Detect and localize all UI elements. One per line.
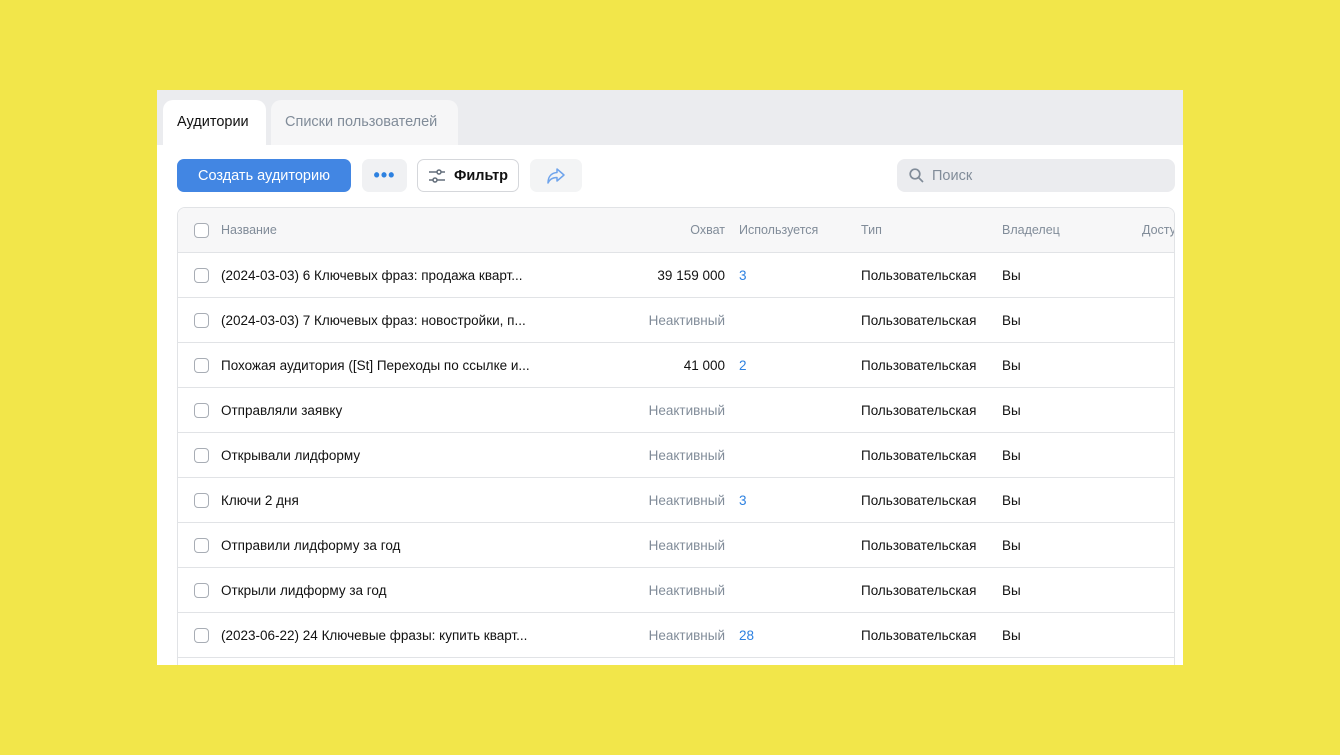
row-checkbox[interactable] bbox=[194, 583, 209, 598]
table-row[interactable]: (2023-06-22) 24 Ключевые фразы: купить к… bbox=[178, 613, 1174, 658]
create-audience-button[interactable]: Создать аудиторию bbox=[177, 159, 351, 192]
table-row[interactable]: Открывали лидформу Неактивный Пользовате… bbox=[178, 433, 1174, 478]
audience-name[interactable]: Похожая аудитория ([St] Переходы по ссыл… bbox=[221, 343, 530, 388]
row-checkbox[interactable] bbox=[194, 268, 209, 283]
audience-reach: Неактивный bbox=[648, 313, 725, 328]
tab-audiences[interactable]: Аудитории bbox=[163, 100, 266, 145]
audience-used-link[interactable]: 3 bbox=[739, 478, 747, 523]
search-icon bbox=[909, 168, 924, 183]
audience-used-link[interactable]: 2 bbox=[739, 343, 747, 388]
row-checkbox[interactable] bbox=[194, 313, 209, 328]
table-row[interactable]: (2024-03-03) 6 Ключевых фраз: продажа кв… bbox=[178, 253, 1174, 298]
audience-owner: Вы bbox=[1002, 583, 1021, 598]
share-button[interactable] bbox=[530, 159, 582, 192]
row-checkbox[interactable] bbox=[194, 448, 209, 463]
audience-type: Пользовательская bbox=[861, 313, 977, 328]
audience-name[interactable]: Отправили лидформу за год bbox=[221, 523, 400, 568]
table-row[interactable]: Отправили лидформу за год Неактивный Пол… bbox=[178, 523, 1174, 568]
audience-type: Пользовательская bbox=[861, 493, 977, 508]
header-access[interactable]: Досту bbox=[1142, 208, 1174, 253]
table-row[interactable]: Ключи 2 дня Неактивный 3 Пользовательска… bbox=[178, 478, 1174, 523]
audience-reach: Неактивный bbox=[648, 538, 725, 553]
audience-owner: Вы bbox=[1002, 313, 1021, 328]
search-input[interactable] bbox=[932, 167, 1162, 184]
audience-owner: Вы bbox=[1002, 358, 1021, 373]
header-used[interactable]: Используется bbox=[739, 208, 818, 253]
audience-name[interactable]: Отправляли заявку bbox=[221, 388, 342, 433]
audience-type: Пользовательская bbox=[861, 403, 977, 418]
row-checkbox[interactable] bbox=[194, 403, 209, 418]
audience-reach: Неактивный bbox=[648, 583, 725, 598]
audience-type: Пользовательская bbox=[861, 628, 977, 643]
audience-name[interactable]: (2023-06-22) 24 Ключевые фразы: купить к… bbox=[221, 613, 527, 658]
tab-user-lists[interactable]: Списки пользователей bbox=[271, 100, 458, 145]
audience-reach: Неактивный bbox=[648, 493, 725, 508]
audience-name[interactable]: Ключи 2 дня bbox=[221, 478, 299, 523]
audience-owner: Вы bbox=[1002, 448, 1021, 463]
audience-name[interactable]: (2024-03-03) 6 Ключевых фраз: продажа кв… bbox=[221, 253, 523, 298]
audience-name[interactable]: Открыли лидформу за год bbox=[221, 568, 387, 613]
table-row[interactable]: Отправляли заявку Неактивный Пользовател… bbox=[178, 388, 1174, 433]
audience-reach: Неактивный bbox=[648, 448, 725, 463]
audience-reach: Неактивный bbox=[648, 403, 725, 418]
select-all-checkbox[interactable] bbox=[194, 223, 209, 238]
audience-name[interactable]: (2024-03-03) 7 Ключевых фраз: новостройк… bbox=[221, 298, 526, 343]
audience-type: Пользовательская bbox=[861, 448, 977, 463]
audience-reach: 39 159 000 bbox=[657, 268, 725, 283]
row-checkbox[interactable] bbox=[194, 538, 209, 553]
audience-reach: 41 000 bbox=[683, 358, 725, 373]
more-button[interactable]: ••• bbox=[362, 159, 407, 192]
more-icon: ••• bbox=[373, 165, 396, 185]
audience-type: Пользовательская bbox=[861, 583, 977, 598]
row-checkbox[interactable] bbox=[194, 628, 209, 643]
header-reach[interactable]: Охват bbox=[690, 208, 725, 253]
audience-type: Пользовательская bbox=[861, 538, 977, 553]
audience-owner: Вы bbox=[1002, 493, 1021, 508]
table-row[interactable]: Открыли лидформу за год Неактивный Польз… bbox=[178, 568, 1174, 613]
header-owner[interactable]: Владелец bbox=[1002, 208, 1060, 253]
audiences-panel: Аудитории Списки пользователей Создать а… bbox=[157, 90, 1183, 665]
filter-label: Фильтр bbox=[453, 167, 509, 184]
audience-type: Пользовательская bbox=[861, 268, 977, 283]
header-name[interactable]: Название bbox=[221, 208, 277, 253]
audience-used-link[interactable]: 28 bbox=[739, 613, 754, 658]
table-row[interactable]: (2024-03-03) 7 Ключевых фраз: новостройк… bbox=[178, 298, 1174, 343]
audience-owner: Вы bbox=[1002, 403, 1021, 418]
tab-bar: Аудитории Списки пользователей bbox=[157, 90, 1183, 145]
audience-name[interactable]: Открывали лидформу bbox=[221, 433, 360, 478]
audiences-table: Название Охват Используется Тип Владелец… bbox=[177, 207, 1175, 665]
audience-owner: Вы bbox=[1002, 628, 1021, 643]
table-header: Название Охват Используется Тип Владелец… bbox=[178, 208, 1174, 253]
table-row[interactable]: Похожая аудитория ([St] Переходы по ссыл… bbox=[178, 343, 1174, 388]
row-checkbox[interactable] bbox=[194, 358, 209, 373]
sliders-icon bbox=[428, 168, 445, 183]
search-field[interactable] bbox=[897, 159, 1175, 192]
audience-owner: Вы bbox=[1002, 538, 1021, 553]
share-icon bbox=[547, 167, 565, 184]
row-checkbox[interactable] bbox=[194, 493, 209, 508]
audience-owner: Вы bbox=[1002, 268, 1021, 283]
audience-used-link[interactable]: 3 bbox=[739, 253, 747, 298]
header-type[interactable]: Тип bbox=[861, 208, 882, 253]
filter-button[interactable]: Фильтр bbox=[417, 159, 519, 192]
audience-reach: Неактивный bbox=[648, 628, 725, 643]
audience-type: Пользовательская bbox=[861, 358, 977, 373]
